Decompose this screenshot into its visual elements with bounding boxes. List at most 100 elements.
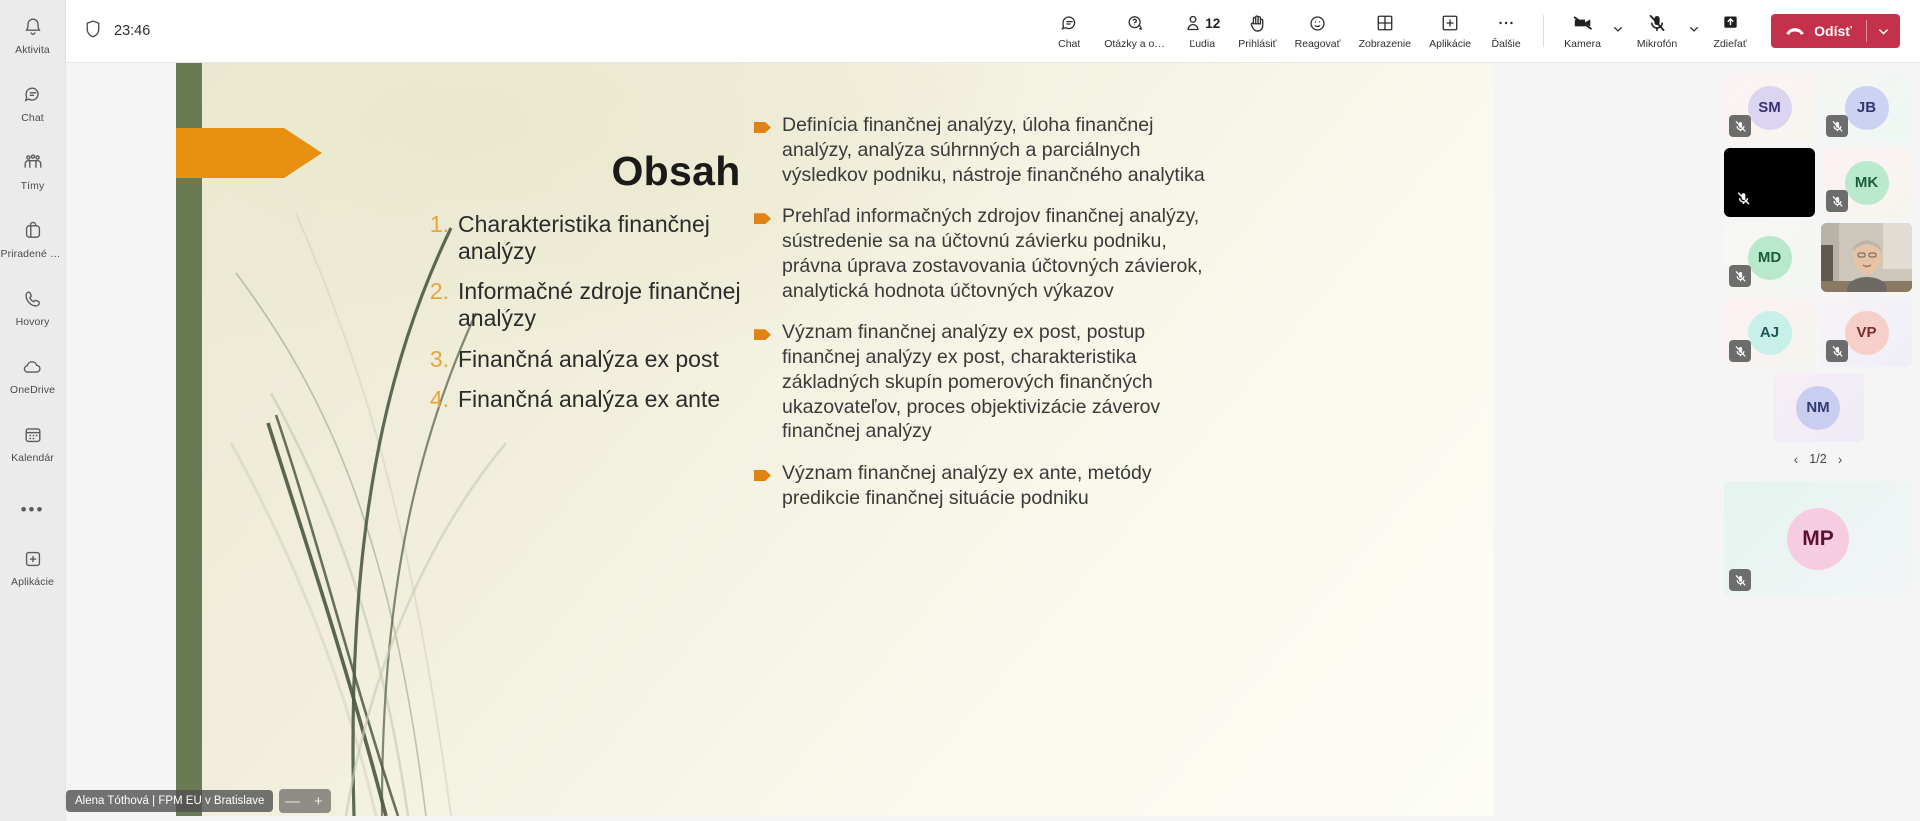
participant-tile[interactable]: JB — [1821, 73, 1912, 142]
meeting-stage: Obsah 1. Charakteristika finančnej analý… — [66, 63, 1920, 821]
zoom-out-button[interactable]: — — [279, 789, 305, 813]
toolbar-divider — [1543, 15, 1545, 47]
react-button[interactable]: Reagovať — [1287, 8, 1349, 54]
view-button[interactable]: Zobrazenie — [1351, 8, 1420, 54]
pager-prev-icon[interactable]: ‹ — [1794, 451, 1799, 467]
bullet-text: Význam finančnej analýzy ex post, postup… — [782, 321, 1161, 443]
sidebar-item-label: Chat — [21, 112, 44, 124]
mic-off-icon — [1729, 340, 1751, 362]
avatar: SM — [1747, 85, 1792, 130]
camera-button[interactable]: Kamera — [1556, 8, 1609, 54]
assignments-icon — [22, 218, 44, 244]
raise-hand-button-label: Prihlásiť — [1238, 38, 1277, 50]
sidebar-item-timy[interactable]: Tímy — [0, 150, 66, 210]
people-button-label: Ľudia — [1189, 38, 1216, 50]
qna-button[interactable]: Otázky a od… — [1096, 8, 1174, 54]
sidebar-item-priradene-ulohy[interactable]: Priradené ú… — [0, 218, 66, 278]
chat-button[interactable]: Chat — [1044, 8, 1094, 54]
avatar: AJ — [1747, 310, 1792, 355]
apps-button-label: Aplikácie — [1429, 38, 1472, 50]
list-text: Finančná analýza ex ante — [458, 385, 721, 412]
arrow-bullet-icon — [754, 320, 782, 444]
avatar-initials: MK — [1854, 174, 1879, 191]
sidebar-item-label: Tímy — [20, 180, 45, 192]
slide-bullet-list: Definícia finančnej analýzy, úloha finan… — [754, 113, 1214, 528]
pager-next-icon[interactable]: › — [1838, 451, 1843, 467]
meeting-timer: 23:46 — [114, 23, 151, 39]
participant-tile[interactable] — [1724, 148, 1815, 217]
more-ellipsis-icon — [1495, 11, 1517, 35]
sidebar-item-aplikacie[interactable]: Aplikácie — [0, 546, 66, 606]
sidebar-item-label: Aplikácie — [11, 576, 54, 588]
teams-icon — [21, 150, 45, 176]
sidebar-item-label: Priradené ú… — [0, 248, 65, 260]
sidebar-item-label: OneDrive — [9, 384, 56, 396]
leave-button-main[interactable]: Odísť — [1771, 14, 1866, 48]
bullet-text: Definícia finančnej analýzy, úloha finan… — [782, 114, 1205, 186]
chat-bubble-icon — [1059, 11, 1080, 35]
list-text: Informačné zdroje finančnej analýzy — [458, 278, 741, 332]
spotlight-participant-tile[interactable]: MP — [1724, 481, 1912, 596]
avatar-initials: VP — [1856, 324, 1877, 341]
calls-icon — [22, 286, 44, 312]
raise-hand-button[interactable]: Prihlásiť — [1230, 8, 1284, 54]
sidebar-item-aktivita[interactable]: Aktivita — [0, 14, 66, 74]
meeting-main: 23:46 Chat Otázky a od… 12 Ľudia Prihlás… — [66, 0, 1920, 821]
teams-meeting-window: Aktivita Chat Tímy Priradené ú… Hovory O… — [0, 0, 1920, 821]
chat-button-label: Chat — [1058, 38, 1081, 50]
arrow-bullet-icon — [754, 204, 782, 303]
mic-off-icon — [1647, 11, 1667, 35]
roster-pager: ‹ 1/2 › — [1794, 451, 1843, 467]
sidebar-item-hovory[interactable]: Hovory — [0, 286, 66, 346]
view-button-label: Zobrazenie — [1358, 38, 1412, 50]
list-item: 1. Charakteristika finančnej analýzy — [424, 211, 784, 265]
calendar-icon — [22, 422, 44, 448]
bell-icon — [22, 14, 44, 40]
participant-tile-active-speaker[interactable] — [1821, 223, 1912, 292]
shared-content-area[interactable]: Obsah 1. Charakteristika finančnej analý… — [66, 63, 1716, 821]
avatar: MK — [1844, 160, 1889, 205]
list-item: 4. Finančná analýza ex ante — [424, 386, 784, 413]
avatar-initials: JB — [1856, 99, 1877, 116]
sidebar-item-onedrive[interactable]: OneDrive — [0, 354, 66, 414]
sidebar-more-button[interactable]: ••• — [21, 490, 45, 530]
apps-button[interactable]: Aplikácie — [1421, 8, 1479, 54]
presenter-controls: Alena Tóthová | FPM EU v Bratislave — + — [66, 789, 332, 813]
avatar: VP — [1844, 310, 1889, 355]
emoji-icon — [1307, 11, 1328, 35]
webcam-video — [1821, 223, 1912, 292]
sidebar-item-chat[interactable]: Chat — [0, 82, 66, 142]
zoom-in-button[interactable]: + — [305, 789, 331, 813]
participant-tile[interactable]: VP — [1821, 298, 1912, 367]
avatar-initials: MP — [1802, 526, 1834, 550]
participant-tile[interactable]: NM — [1772, 373, 1864, 442]
share-button[interactable]: Zdieľať — [1705, 8, 1755, 54]
participant-tile[interactable]: SM — [1724, 73, 1815, 142]
powerpoint-slide[interactable]: Obsah 1. Charakteristika finančnej analý… — [176, 63, 1494, 816]
people-button[interactable]: 12 Ľudia — [1176, 8, 1228, 54]
participant-tile[interactable]: MD — [1724, 223, 1815, 292]
react-button-label: Reagovať — [1294, 38, 1341, 50]
participant-grid: SM JB MK MD AJ VP NM — [1724, 73, 1912, 442]
avatar: NM — [1796, 385, 1840, 430]
leave-button[interactable]: Odísť — [1771, 14, 1900, 48]
bullet-item: Definícia finančnej analýzy, úloha finan… — [754, 113, 1214, 187]
camera-chevron-down-icon[interactable] — [1609, 10, 1627, 54]
bullet-item: Prehľad informačných zdrojov finančnej a… — [754, 204, 1214, 303]
apps-plus-icon — [1440, 11, 1460, 35]
leave-button-label: Odísť — [1814, 23, 1852, 39]
camera-button-label: Kamera — [1564, 38, 1601, 50]
mic-chevron-down-icon[interactable] — [1685, 10, 1703, 54]
leave-chevron-down-icon[interactable] — [1867, 14, 1900, 48]
bullet-text: Prehľad informačných zdrojov finančnej a… — [782, 205, 1203, 302]
sidebar-item-kalendar[interactable]: Kalendár — [0, 422, 66, 482]
participant-tile[interactable]: MK — [1821, 148, 1912, 217]
microphone-button[interactable]: Mikrofón — [1629, 8, 1685, 54]
arrow-bullet-icon — [754, 113, 782, 187]
more-button[interactable]: Ďalšie — [1481, 8, 1531, 54]
list-number: 2. — [429, 278, 449, 305]
avatar-initials: NM — [1806, 399, 1830, 416]
participant-tile[interactable]: AJ — [1724, 298, 1815, 367]
share-up-icon — [1720, 11, 1741, 35]
chat-icon — [22, 82, 44, 108]
